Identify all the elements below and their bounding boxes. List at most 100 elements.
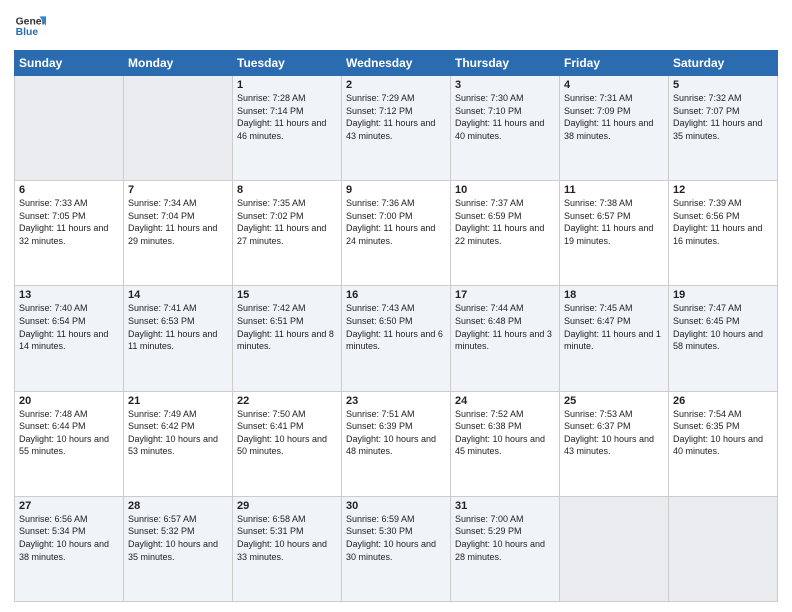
calendar-cell: 27Sunrise: 6:56 AM Sunset: 5:34 PM Dayli… <box>15 496 124 601</box>
calendar-cell: 28Sunrise: 6:57 AM Sunset: 5:32 PM Dayli… <box>124 496 233 601</box>
day-info: Sunrise: 7:52 AM Sunset: 6:38 PM Dayligh… <box>455 408 555 458</box>
day-number: 21 <box>128 395 228 407</box>
day-info: Sunrise: 7:32 AM Sunset: 7:07 PM Dayligh… <box>673 92 773 142</box>
day-number: 24 <box>455 395 555 407</box>
day-info: Sunrise: 7:34 AM Sunset: 7:04 PM Dayligh… <box>128 197 228 247</box>
day-info: Sunrise: 7:53 AM Sunset: 6:37 PM Dayligh… <box>564 408 664 458</box>
day-number: 4 <box>564 79 664 91</box>
calendar-cell: 19Sunrise: 7:47 AM Sunset: 6:45 PM Dayli… <box>669 286 778 391</box>
day-info: Sunrise: 7:39 AM Sunset: 6:56 PM Dayligh… <box>673 197 773 247</box>
calendar-cell: 26Sunrise: 7:54 AM Sunset: 6:35 PM Dayli… <box>669 391 778 496</box>
day-info: Sunrise: 7:33 AM Sunset: 7:05 PM Dayligh… <box>19 197 119 247</box>
day-info: Sunrise: 7:44 AM Sunset: 6:48 PM Dayligh… <box>455 302 555 352</box>
weekday-header-tuesday: Tuesday <box>233 51 342 76</box>
calendar-week-row: 27Sunrise: 6:56 AM Sunset: 5:34 PM Dayli… <box>15 496 778 601</box>
calendar-week-row: 1Sunrise: 7:28 AM Sunset: 7:14 PM Daylig… <box>15 76 778 181</box>
day-info: Sunrise: 7:00 AM Sunset: 5:29 PM Dayligh… <box>455 513 555 563</box>
calendar-cell: 6Sunrise: 7:33 AM Sunset: 7:05 PM Daylig… <box>15 181 124 286</box>
calendar-cell <box>560 496 669 601</box>
calendar-cell: 14Sunrise: 7:41 AM Sunset: 6:53 PM Dayli… <box>124 286 233 391</box>
day-number: 2 <box>346 79 446 91</box>
calendar-cell: 3Sunrise: 7:30 AM Sunset: 7:10 PM Daylig… <box>451 76 560 181</box>
svg-text:Blue: Blue <box>16 27 39 38</box>
weekday-header-thursday: Thursday <box>451 51 560 76</box>
calendar-cell <box>124 76 233 181</box>
day-number: 9 <box>346 184 446 196</box>
day-number: 16 <box>346 289 446 301</box>
day-number: 15 <box>237 289 337 301</box>
weekday-header-saturday: Saturday <box>669 51 778 76</box>
day-info: Sunrise: 7:35 AM Sunset: 7:02 PM Dayligh… <box>237 197 337 247</box>
day-number: 20 <box>19 395 119 407</box>
calendar-cell: 25Sunrise: 7:53 AM Sunset: 6:37 PM Dayli… <box>560 391 669 496</box>
calendar-cell: 8Sunrise: 7:35 AM Sunset: 7:02 PM Daylig… <box>233 181 342 286</box>
calendar-week-row: 6Sunrise: 7:33 AM Sunset: 7:05 PM Daylig… <box>15 181 778 286</box>
logo: General Blue <box>14 10 50 42</box>
day-info: Sunrise: 7:54 AM Sunset: 6:35 PM Dayligh… <box>673 408 773 458</box>
day-info: Sunrise: 7:37 AM Sunset: 6:59 PM Dayligh… <box>455 197 555 247</box>
header: General Blue <box>14 10 778 42</box>
day-number: 30 <box>346 500 446 512</box>
day-info: Sunrise: 7:42 AM Sunset: 6:51 PM Dayligh… <box>237 302 337 352</box>
calendar-cell: 10Sunrise: 7:37 AM Sunset: 6:59 PM Dayli… <box>451 181 560 286</box>
day-number: 23 <box>346 395 446 407</box>
day-info: Sunrise: 7:48 AM Sunset: 6:44 PM Dayligh… <box>19 408 119 458</box>
day-info: Sunrise: 7:51 AM Sunset: 6:39 PM Dayligh… <box>346 408 446 458</box>
day-number: 29 <box>237 500 337 512</box>
calendar-cell: 5Sunrise: 7:32 AM Sunset: 7:07 PM Daylig… <box>669 76 778 181</box>
day-number: 6 <box>19 184 119 196</box>
day-info: Sunrise: 7:45 AM Sunset: 6:47 PM Dayligh… <box>564 302 664 352</box>
day-number: 18 <box>564 289 664 301</box>
day-info: Sunrise: 6:58 AM Sunset: 5:31 PM Dayligh… <box>237 513 337 563</box>
day-number: 10 <box>455 184 555 196</box>
day-number: 1 <box>237 79 337 91</box>
day-info: Sunrise: 7:49 AM Sunset: 6:42 PM Dayligh… <box>128 408 228 458</box>
day-number: 8 <box>237 184 337 196</box>
calendar-cell: 18Sunrise: 7:45 AM Sunset: 6:47 PM Dayli… <box>560 286 669 391</box>
calendar-cell: 7Sunrise: 7:34 AM Sunset: 7:04 PM Daylig… <box>124 181 233 286</box>
day-number: 5 <box>673 79 773 91</box>
day-number: 3 <box>455 79 555 91</box>
day-number: 14 <box>128 289 228 301</box>
calendar-week-row: 20Sunrise: 7:48 AM Sunset: 6:44 PM Dayli… <box>15 391 778 496</box>
day-number: 31 <box>455 500 555 512</box>
day-info: Sunrise: 6:59 AM Sunset: 5:30 PM Dayligh… <box>346 513 446 563</box>
calendar-cell <box>669 496 778 601</box>
day-info: Sunrise: 7:47 AM Sunset: 6:45 PM Dayligh… <box>673 302 773 352</box>
day-number: 26 <box>673 395 773 407</box>
day-number: 7 <box>128 184 228 196</box>
day-number: 25 <box>564 395 664 407</box>
calendar-cell: 21Sunrise: 7:49 AM Sunset: 6:42 PM Dayli… <box>124 391 233 496</box>
weekday-header-friday: Friday <box>560 51 669 76</box>
logo-icon: General Blue <box>14 10 46 42</box>
calendar-cell: 15Sunrise: 7:42 AM Sunset: 6:51 PM Dayli… <box>233 286 342 391</box>
day-info: Sunrise: 7:30 AM Sunset: 7:10 PM Dayligh… <box>455 92 555 142</box>
day-info: Sunrise: 7:43 AM Sunset: 6:50 PM Dayligh… <box>346 302 446 352</box>
day-number: 28 <box>128 500 228 512</box>
weekday-header-wednesday: Wednesday <box>342 51 451 76</box>
calendar-cell: 1Sunrise: 7:28 AM Sunset: 7:14 PM Daylig… <box>233 76 342 181</box>
day-number: 12 <box>673 184 773 196</box>
calendar-cell: 24Sunrise: 7:52 AM Sunset: 6:38 PM Dayli… <box>451 391 560 496</box>
calendar-cell: 20Sunrise: 7:48 AM Sunset: 6:44 PM Dayli… <box>15 391 124 496</box>
calendar-cell: 11Sunrise: 7:38 AM Sunset: 6:57 PM Dayli… <box>560 181 669 286</box>
calendar-cell: 23Sunrise: 7:51 AM Sunset: 6:39 PM Dayli… <box>342 391 451 496</box>
day-number: 17 <box>455 289 555 301</box>
day-info: Sunrise: 6:56 AM Sunset: 5:34 PM Dayligh… <box>19 513 119 563</box>
day-info: Sunrise: 6:57 AM Sunset: 5:32 PM Dayligh… <box>128 513 228 563</box>
calendar-table: SundayMondayTuesdayWednesdayThursdayFrid… <box>14 50 778 602</box>
calendar-cell: 16Sunrise: 7:43 AM Sunset: 6:50 PM Dayli… <box>342 286 451 391</box>
day-number: 19 <box>673 289 773 301</box>
day-number: 11 <box>564 184 664 196</box>
calendar-week-row: 13Sunrise: 7:40 AM Sunset: 6:54 PM Dayli… <box>15 286 778 391</box>
weekday-header-sunday: Sunday <box>15 51 124 76</box>
weekday-header-row: SundayMondayTuesdayWednesdayThursdayFrid… <box>15 51 778 76</box>
calendar-cell: 22Sunrise: 7:50 AM Sunset: 6:41 PM Dayli… <box>233 391 342 496</box>
day-info: Sunrise: 7:29 AM Sunset: 7:12 PM Dayligh… <box>346 92 446 142</box>
calendar-cell: 4Sunrise: 7:31 AM Sunset: 7:09 PM Daylig… <box>560 76 669 181</box>
day-number: 27 <box>19 500 119 512</box>
calendar-cell: 13Sunrise: 7:40 AM Sunset: 6:54 PM Dayli… <box>15 286 124 391</box>
day-info: Sunrise: 7:36 AM Sunset: 7:00 PM Dayligh… <box>346 197 446 247</box>
day-number: 13 <box>19 289 119 301</box>
day-info: Sunrise: 7:28 AM Sunset: 7:14 PM Dayligh… <box>237 92 337 142</box>
